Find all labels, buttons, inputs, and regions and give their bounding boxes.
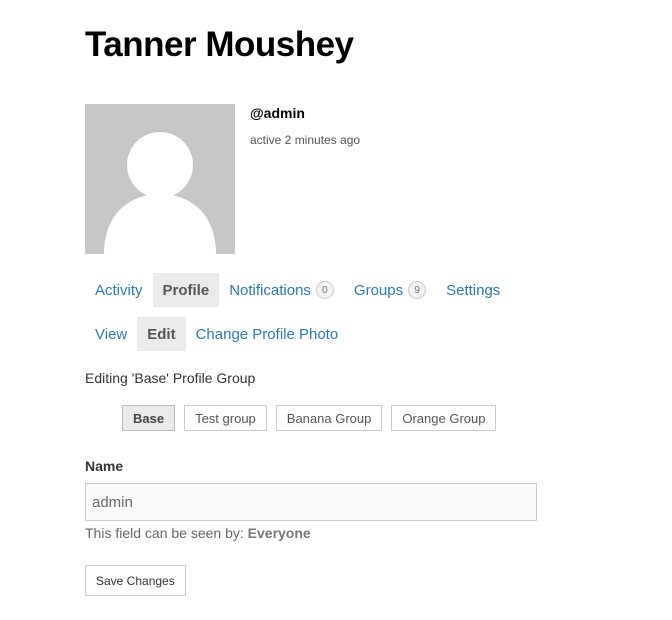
subnav-change-profile-photo-label: Change Profile Photo bbox=[195, 325, 339, 343]
group-tab-orange-group[interactable]: Orange Group bbox=[391, 405, 497, 431]
name-field[interactable] bbox=[85, 483, 537, 521]
tab-notifications[interactable]: Notifications 0 bbox=[219, 273, 344, 307]
subnav-view-label: View bbox=[95, 325, 128, 343]
tab-settings[interactable]: Settings bbox=[436, 273, 510, 307]
groups-count-badge: 9 bbox=[408, 281, 427, 299]
name-field-label: Name bbox=[85, 458, 124, 474]
subnav-edit[interactable]: Edit bbox=[137, 317, 186, 351]
default-avatar-icon bbox=[85, 104, 235, 254]
tab-profile[interactable]: Profile bbox=[152, 273, 220, 307]
tab-groups[interactable]: Groups 9 bbox=[344, 273, 436, 307]
username: @admin bbox=[250, 105, 305, 121]
last-active-timestamp: active 2 minutes ago bbox=[250, 133, 361, 147]
visibility-prefix: This field can be seen by: bbox=[85, 525, 244, 541]
profile-group-tabs: Base Test group Banana Group Orange Grou… bbox=[122, 405, 497, 431]
primary-nav: Activity Profile Notifications 0 Groups … bbox=[85, 273, 510, 307]
save-changes-button[interactable]: Save Changes bbox=[85, 565, 186, 596]
group-tab-banana-group[interactable]: Banana Group bbox=[275, 405, 383, 431]
subnav-change-profile-photo[interactable]: Change Profile Photo bbox=[186, 317, 349, 351]
subnav-edit-label: Edit bbox=[147, 325, 176, 343]
tab-notifications-label: Notifications bbox=[229, 281, 311, 299]
tab-profile-label: Profile bbox=[162, 281, 210, 299]
group-tab-base[interactable]: Base bbox=[122, 405, 176, 431]
group-tab-test-group[interactable]: Test group bbox=[184, 405, 267, 431]
avatar bbox=[85, 104, 235, 254]
subnav-view[interactable]: View bbox=[85, 317, 137, 351]
tab-groups-label: Groups bbox=[353, 281, 404, 299]
editing-group-label: Editing 'Base' Profile Group bbox=[85, 370, 256, 386]
tab-activity[interactable]: Activity bbox=[85, 273, 153, 307]
profile-subnav: View Edit Change Profile Photo bbox=[85, 317, 348, 351]
tab-activity-label: Activity bbox=[95, 281, 143, 299]
field-visibility-note: This field can be seen by: Everyone bbox=[85, 525, 311, 541]
tab-settings-label: Settings bbox=[446, 281, 501, 299]
page-title: Tanner Moushey bbox=[85, 25, 354, 64]
notifications-count-badge: 0 bbox=[315, 281, 334, 299]
visibility-level: Everyone bbox=[247, 525, 311, 541]
